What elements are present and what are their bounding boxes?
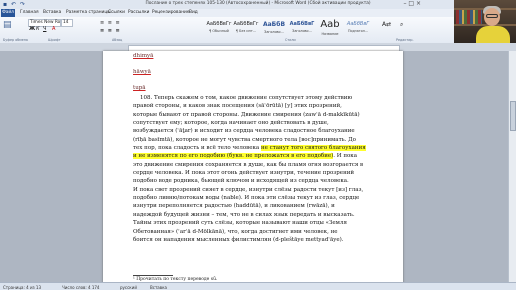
highlighted-text: и не изменятся по его подобию (букв. не … xyxy=(133,153,334,160)
font-size-select[interactable]: 14 xyxy=(61,19,73,27)
bold-icon[interactable]: Ж xyxy=(29,26,35,32)
minimize-icon[interactable]: – xyxy=(403,0,406,7)
list-icons[interactable]: ≡ ≡ ≡ xyxy=(100,20,121,26)
ribbon-tabs: Файл Главная Вставка Разметка страницы С… xyxy=(0,9,516,17)
document-text[interactable]: dhimyā hāwyā tupā 108. Теперь скажем о т… xyxy=(133,52,373,244)
paragraph-line: подобно ливню/потокам воды (nable). И по… xyxy=(133,195,360,202)
status-page[interactable]: Страница: 4 из 13 xyxy=(3,285,41,290)
ribbon: ▤ Times New Ro 14 Ж К Ч A ≡ ≡ ≡ ≣ ≣ ≣ Аа… xyxy=(0,17,516,44)
tab-file[interactable]: Файл xyxy=(1,9,15,17)
ruler[interactable] xyxy=(0,43,516,52)
paragraph-line: надеждой будущей жизни – тем, что не в с… xyxy=(133,211,355,218)
font-color-icon[interactable]: A xyxy=(52,26,55,32)
tab-insert[interactable]: Вставка xyxy=(43,10,61,15)
italic-icon[interactable]: К xyxy=(36,26,40,32)
paragraph-line: Тайны этих прозрений суть слёзы, которые… xyxy=(133,220,347,227)
style-subtitle[interactable]: АаБбВвГ Подзагол... xyxy=(345,19,371,39)
paragraph-line-highlighted: тех пор, пока сладость и всё тело челове… xyxy=(133,145,366,152)
paragraph-line: подобно воде родника, бьющей ключом и ис… xyxy=(133,178,349,185)
group-editing-label: Редактир. xyxy=(396,38,414,42)
tab-page-layout[interactable]: Разметка страницы xyxy=(66,10,111,15)
paragraph-line: изнутри переполняется радостью (haddūtā)… xyxy=(133,203,335,210)
find-icon[interactable]: ⌕ xyxy=(400,21,403,29)
change-styles-icon[interactable]: A⇄ xyxy=(382,21,391,28)
status-bar: Страница: 4 из 13 Число слов: 4 174 русс… xyxy=(0,282,516,290)
word-line-3: tupā xyxy=(133,85,146,91)
paragraph-line: Обетованная» (ʾarʿā d-Mōlkānā), что, ког… xyxy=(133,228,338,235)
status-mode[interactable]: Вставка xyxy=(150,285,167,290)
group-styles-label: Стили xyxy=(285,38,296,42)
paragraph-line: это движение смирения сохраняется в душе… xyxy=(133,161,364,168)
paragraph-line: сопутствует ему; которое, когда начинает… xyxy=(133,120,329,127)
window-controls: – □ × xyxy=(403,0,421,7)
paragraph-line: сердце человека. И пока этот огонь дейст… xyxy=(133,170,355,177)
word-line-1: dhimyā xyxy=(133,53,154,59)
underline-icon[interactable]: Ч xyxy=(43,26,46,32)
paragraph-line: возбуждается (ʿāṯar) и исходит из сердца… xyxy=(133,128,355,135)
vertical-scrollbar[interactable] xyxy=(508,51,516,282)
status-words[interactable]: Число слов: 4 174 xyxy=(62,285,99,290)
group-font-label: Шрифт xyxy=(48,38,61,42)
group-paragraph-label: Абзац xyxy=(112,38,123,42)
scroll-thumb[interactable] xyxy=(510,101,516,131)
tab-mailings[interactable]: Рассылки xyxy=(128,10,149,15)
style-heading-2[interactable]: АаБбВвГ Заголово... xyxy=(289,19,315,39)
tab-view[interactable]: Вид xyxy=(189,10,198,15)
align-icons[interactable]: ≣ ≣ ≣ xyxy=(100,28,121,34)
window-title: Послание о трех степенях 105-130 (Автосо… xyxy=(145,1,371,6)
group-clipboard-label: Буфер обмена xyxy=(3,38,28,42)
document-page[interactable]: dhimyā hāwyā tupā 108. Теперь скажем о т… xyxy=(103,51,403,284)
tab-references[interactable]: Ссылки xyxy=(108,10,125,15)
paragraph-line: (rīḥā basīmtā), которое не могут чувства… xyxy=(133,136,356,143)
style-normal[interactable]: АаБбВвГг ¶ Обычный xyxy=(206,19,232,39)
highlighted-text: не станут того святого благоухания xyxy=(260,145,366,152)
footnote-separator xyxy=(133,275,173,276)
style-heading-1[interactable]: АаБбВ Заголово... xyxy=(261,19,287,39)
close-icon[interactable]: × xyxy=(416,0,421,7)
paragraph-line: которые бывают от правой стороны. Движен… xyxy=(133,111,360,118)
maximize-icon[interactable]: □ xyxy=(408,0,414,7)
paste-icon[interactable]: ▤ xyxy=(3,20,12,30)
style-title[interactable]: Аab Название xyxy=(317,19,343,39)
paragraph-line: 108. Теперь скажем о том, какое движение… xyxy=(140,95,353,101)
tab-home[interactable]: Главная xyxy=(20,10,39,15)
paragraph-line: правой стороны, и каков знак посещения (… xyxy=(133,103,342,110)
style-no-spacing[interactable]: АаБбВвГг ¶ Без инт... xyxy=(233,19,259,39)
paragraph-line-highlighted: и не изменятся по его подобию (букв. не … xyxy=(133,153,358,160)
paragraph-line: боится он нападения мысленных филистимля… xyxy=(133,236,344,243)
word-window: ▪ ↶ ↷ Послание о трех степенях 105-130 (… xyxy=(0,0,516,290)
paragraph-line: И пока свет прозрений сияет в сердце, из… xyxy=(133,186,364,193)
webcam-overlay xyxy=(454,0,516,43)
status-language[interactable]: русский xyxy=(120,285,137,290)
tab-review[interactable]: Рецензирование xyxy=(152,10,189,15)
word-line-2: hāwyā xyxy=(133,69,151,75)
